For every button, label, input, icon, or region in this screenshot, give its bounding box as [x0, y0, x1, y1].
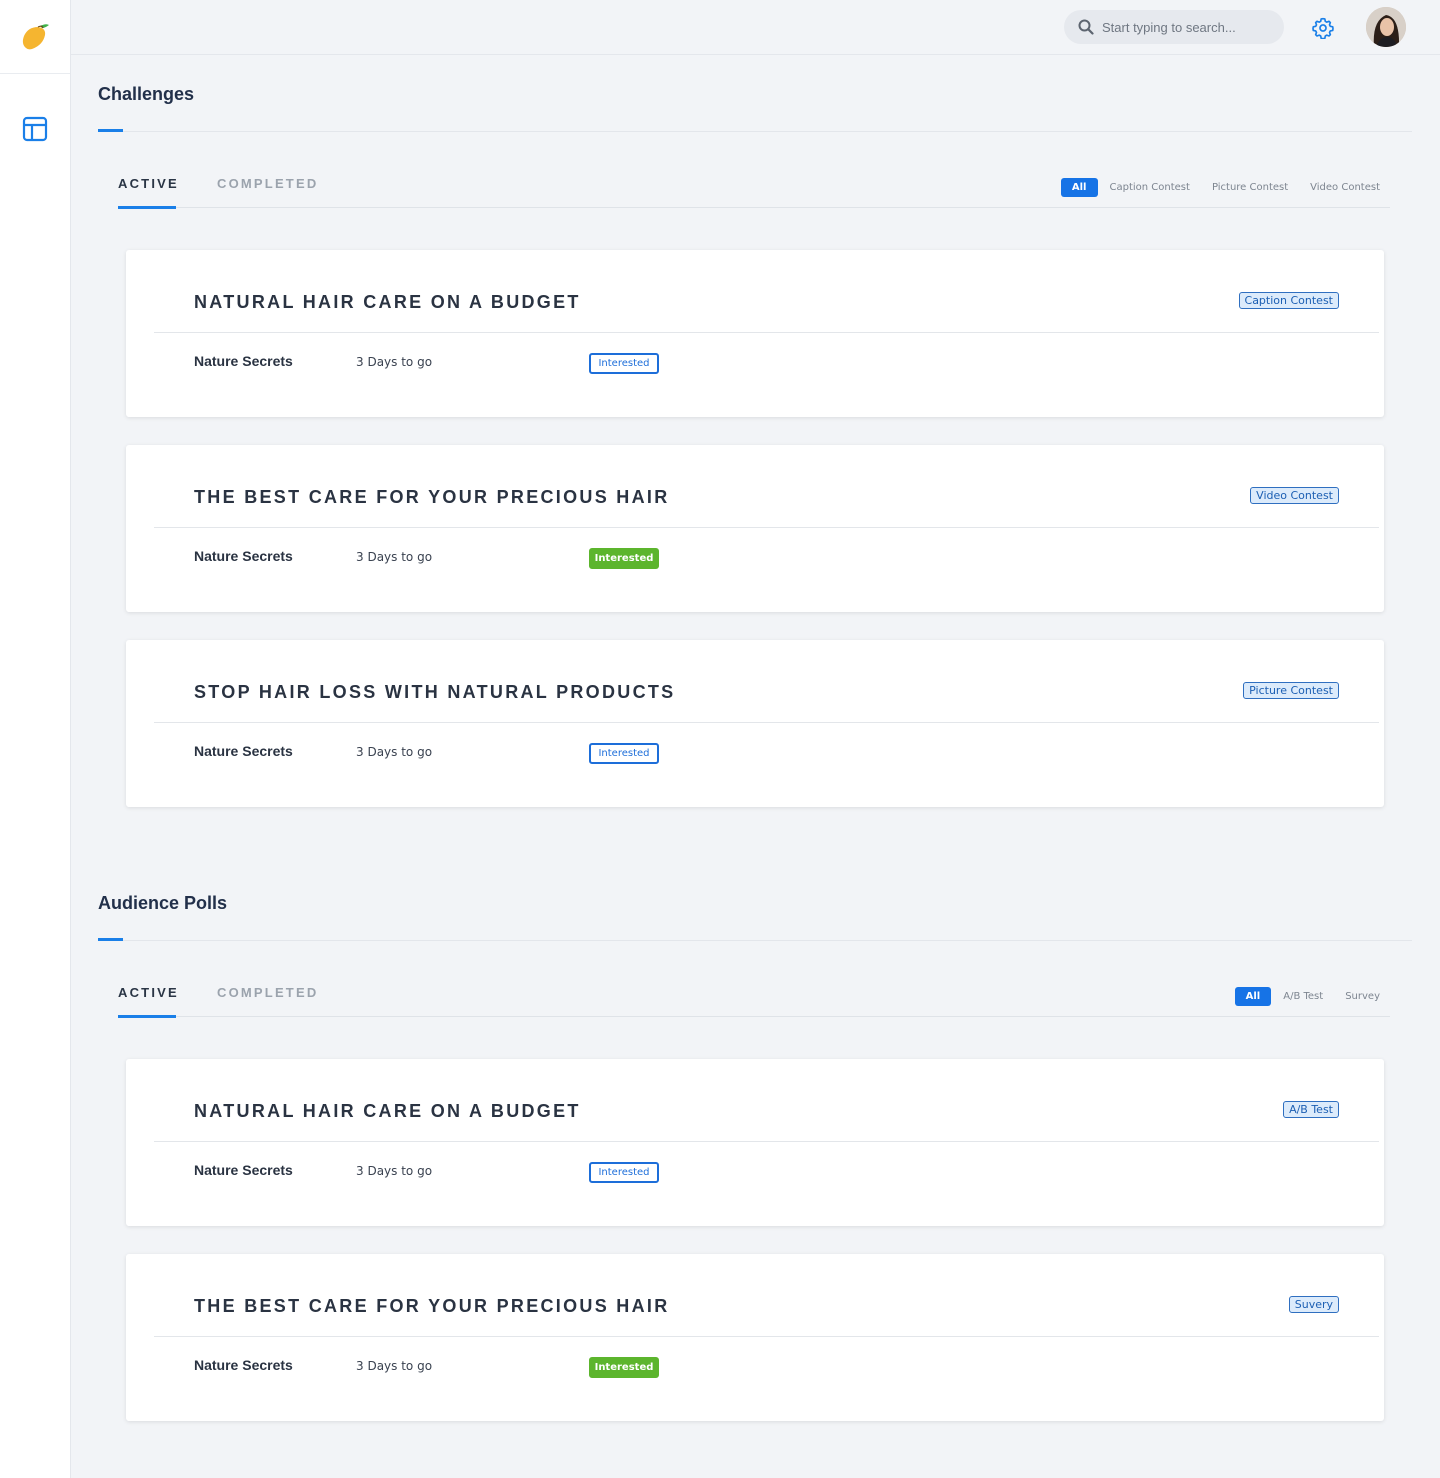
- tab-completed[interactable]: COMPLETED: [217, 985, 318, 1000]
- card-divider: [154, 332, 1379, 333]
- category-badge: Picture Contest: [1243, 682, 1339, 699]
- brand-name: Nature Secrets: [194, 548, 293, 564]
- poll-card[interactable]: THE BEST CARE FOR YOUR PRECIOUS HAIR Suv…: [126, 1254, 1384, 1421]
- card-divider: [154, 527, 1379, 528]
- tab-active[interactable]: ACTIVE: [118, 176, 179, 191]
- interested-button[interactable]: Interested: [589, 1357, 659, 1378]
- challenge-card[interactable]: NATURAL HAIR CARE ON A BUDGET Caption Co…: [126, 250, 1384, 417]
- days-remaining: 3 Days to go: [356, 745, 433, 759]
- audience-polls-section: Audience Polls ACTIVE COMPLETED All A/B …: [98, 893, 1412, 1421]
- challenges-section: Challenges ACTIVE COMPLETED All Caption …: [98, 84, 1412, 807]
- search-box[interactable]: [1064, 10, 1284, 44]
- filter-group: All A/B Test Survey: [1234, 987, 1380, 1006]
- interested-button[interactable]: Interested: [589, 353, 659, 374]
- search-icon: [1078, 19, 1094, 35]
- category-badge: Video Contest: [1250, 487, 1339, 504]
- filter-video-contest[interactable]: Video Contest: [1310, 182, 1380, 193]
- tab-indicator: [118, 206, 176, 209]
- filter-caption-contest[interactable]: Caption Contest: [1110, 182, 1190, 193]
- filter-picture-contest[interactable]: Picture Contest: [1212, 182, 1288, 193]
- filter-survey[interactable]: Survey: [1345, 991, 1380, 1002]
- days-remaining: 3 Days to go: [356, 1359, 433, 1373]
- tab-indicator: [118, 1015, 176, 1018]
- days-remaining: 3 Days to go: [356, 550, 433, 564]
- card-title: NATURAL HAIR CARE ON A BUDGET: [194, 1101, 581, 1121]
- card-title: THE BEST CARE FOR YOUR PRECIOUS HAIR: [194, 1296, 670, 1316]
- search-input[interactable]: [1102, 19, 1272, 35]
- category-badge: Caption Contest: [1238, 292, 1339, 309]
- tab-active[interactable]: ACTIVE: [118, 985, 179, 1000]
- section-title: Audience Polls: [98, 893, 228, 913]
- interested-button[interactable]: Interested: [589, 1162, 659, 1183]
- avatar[interactable]: [1366, 7, 1406, 47]
- card-divider: [154, 1141, 1379, 1142]
- days-remaining: 3 Days to go: [356, 355, 433, 369]
- card-title: STOP HAIR LOSS WITH NATURAL PRODUCTS: [194, 682, 676, 702]
- challenge-card[interactable]: THE BEST CARE FOR YOUR PRECIOUS HAIR Vid…: [126, 445, 1384, 612]
- filter-all[interactable]: All: [1234, 987, 1272, 1006]
- brand-name: Nature Secrets: [194, 1162, 293, 1178]
- tab-completed[interactable]: COMPLETED: [217, 176, 318, 191]
- poll-card[interactable]: NATURAL HAIR CARE ON A BUDGET A/B Test N…: [126, 1059, 1384, 1226]
- user-avatar-icon: [1366, 7, 1406, 47]
- filter-group: All Caption Contest Picture Contest Vide…: [1060, 178, 1380, 197]
- card-divider: [154, 722, 1379, 723]
- section-title: Challenges: [98, 84, 195, 104]
- tab-bar: ACTIVE COMPLETED All Caption Contest Pic…: [118, 132, 1390, 209]
- logo-area: [0, 0, 70, 74]
- mango-logo-icon[interactable]: [18, 20, 52, 54]
- days-remaining: 3 Days to go: [356, 1164, 433, 1178]
- sidebar: [0, 0, 71, 1478]
- card-divider: [154, 1336, 1379, 1337]
- brand-name: Nature Secrets: [194, 1357, 293, 1373]
- brand-name: Nature Secrets: [194, 353, 293, 369]
- layout-icon[interactable]: [22, 116, 48, 142]
- category-badge: Suvery: [1288, 1296, 1339, 1313]
- card-title: NATURAL HAIR CARE ON A BUDGET: [194, 292, 581, 312]
- filter-all[interactable]: All: [1060, 178, 1098, 197]
- filter-ab-test[interactable]: A/B Test: [1283, 991, 1323, 1002]
- interested-button[interactable]: Interested: [589, 548, 659, 569]
- tab-bar: ACTIVE COMPLETED All A/B Test Survey: [118, 941, 1390, 1018]
- gear-icon[interactable]: [1312, 17, 1334, 39]
- card-title: THE BEST CARE FOR YOUR PRECIOUS HAIR: [194, 487, 670, 507]
- top-bar: [71, 0, 1440, 55]
- brand-name: Nature Secrets: [194, 743, 293, 759]
- challenge-card[interactable]: STOP HAIR LOSS WITH NATURAL PRODUCTS Pic…: [126, 640, 1384, 807]
- interested-button[interactable]: Interested: [589, 743, 659, 764]
- category-badge: A/B Test: [1283, 1101, 1339, 1118]
